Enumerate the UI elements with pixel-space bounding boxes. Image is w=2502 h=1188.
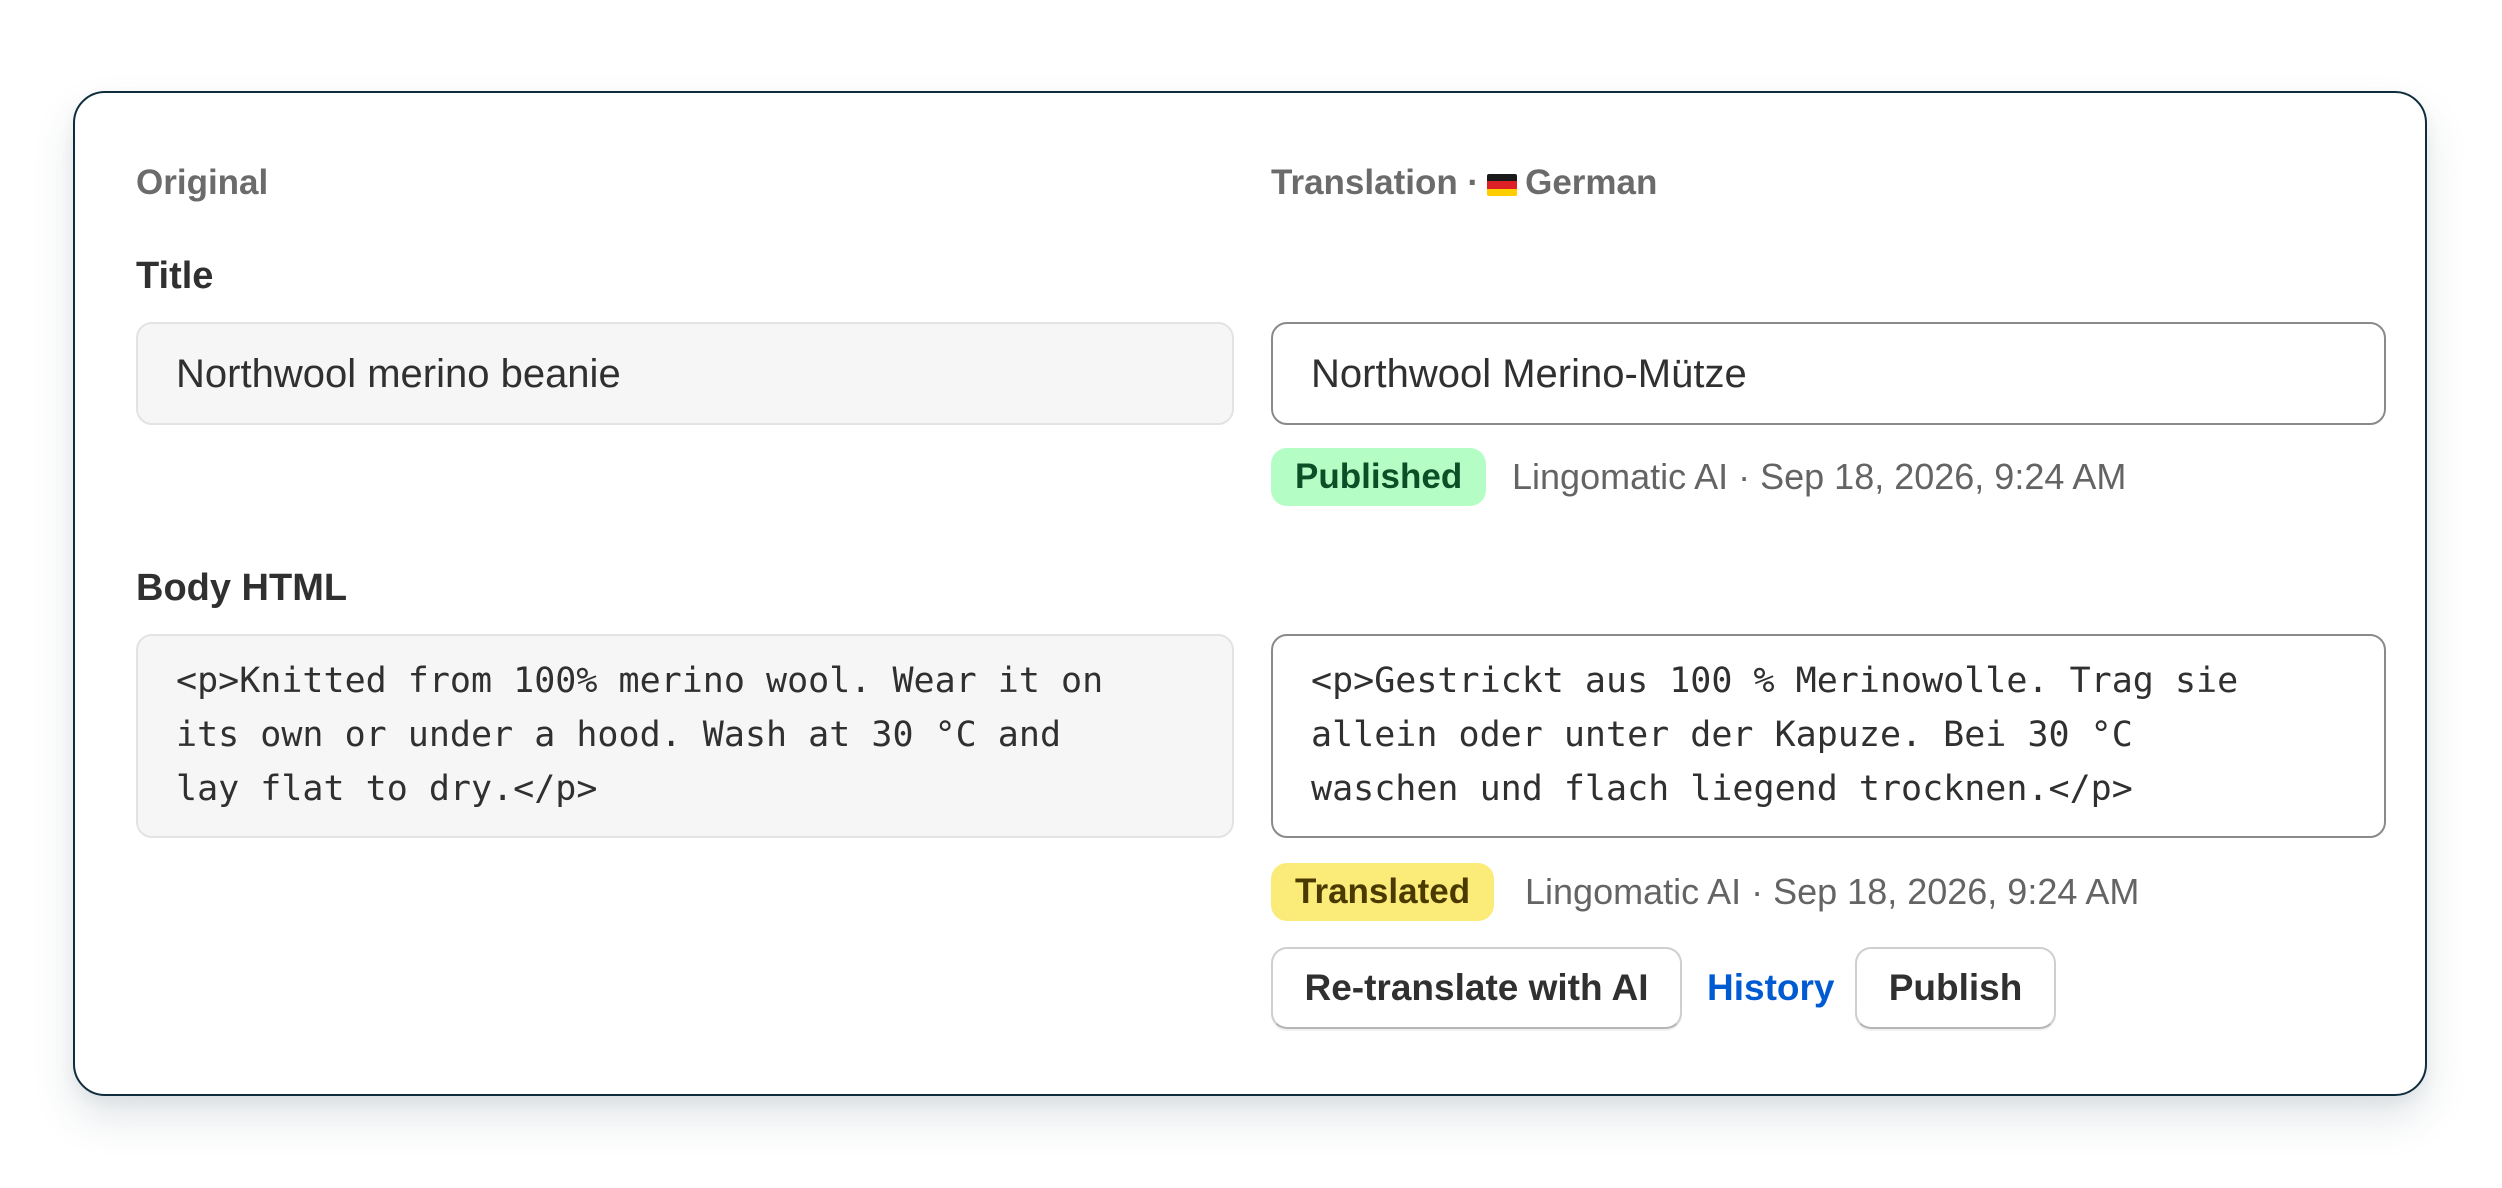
- original-body-html-field: <p>Knitted from 100% merino wool. Wear i…: [136, 634, 1234, 838]
- retranslate-with-ai-button[interactable]: Re-translate with AI: [1271, 947, 1682, 1029]
- history-link[interactable]: History: [1707, 947, 1834, 1029]
- publish-button[interactable]: Publish: [1855, 947, 2056, 1029]
- translated-body-line: waschen und flach liegend trocknen.</p>: [1311, 769, 2133, 809]
- body-translation-meta: Lingomatic AI · Sep 18, 2026, 9:24 AM: [1525, 871, 2140, 912]
- translated-body-line: allein oder unter der Kapuze. Bei 30 °C: [1311, 715, 2133, 755]
- translation-card: Original Title Northwool merino beanie B…: [73, 91, 2427, 1096]
- translated-title-input[interactable]: Northwool Merino-Mütze: [1271, 322, 2386, 425]
- original-column-heading: Original: [136, 163, 269, 202]
- title-field-label: Title: [136, 255, 214, 297]
- original-title-text: Northwool merino beanie: [176, 351, 621, 396]
- translation-heading-prefix: Translation ·: [1271, 163, 1480, 202]
- translation-language: German: [1525, 163, 1658, 202]
- original-title-field: Northwool merino beanie: [136, 322, 1234, 425]
- body-html-field-label: Body HTML: [136, 567, 348, 609]
- original-body-line: lay flat to dry.</p>: [176, 769, 598, 809]
- germany-flag-icon: [1487, 174, 1518, 196]
- body-status-badge: Translated: [1271, 863, 1495, 921]
- title-status-badge: Published: [1271, 448, 1487, 506]
- translated-body-line: <p>Gestrickt aus 100 % Merinowolle. Trag…: [1311, 661, 2239, 701]
- original-body-line: its own or under a hood. Wash at 30 °C a…: [176, 715, 1062, 755]
- translation-column-heading: Translation · German: [1271, 161, 1657, 205]
- translated-body-html-input[interactable]: <p>Gestrickt aus 100 % Merinowolle. Trag…: [1271, 634, 2386, 838]
- translated-title-text: Northwool Merino-Mütze: [1311, 351, 1747, 396]
- title-translation-meta: Lingomatic AI · Sep 18, 2026, 9:24 AM: [1512, 456, 2127, 497]
- original-body-line: <p>Knitted from 100% merino wool. Wear i…: [176, 661, 1104, 701]
